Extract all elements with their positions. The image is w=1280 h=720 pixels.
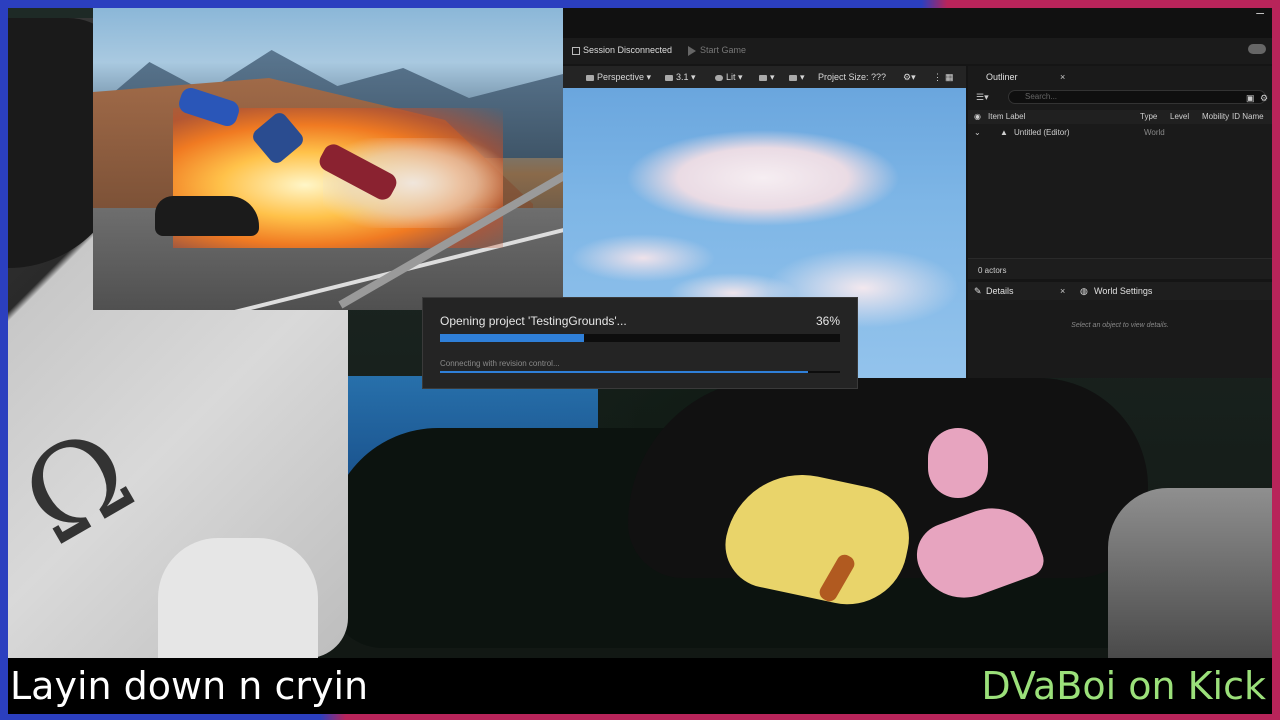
dialog-percent: 36% (815, 314, 840, 328)
row-label: Untitled (Editor) (1014, 128, 1070, 137)
expand-arrow-icon[interactable]: ⌄ (974, 128, 981, 137)
caption-right: DVaBoi on Kick (981, 664, 1266, 708)
main-progress-fill (440, 334, 584, 342)
world-settings-tab[interactable]: World Settings (1094, 286, 1152, 296)
outliner-settings-icon[interactable]: ⚙ (1260, 93, 1268, 104)
session-status-label: Session Disconnected (583, 45, 673, 55)
sub-progress-fill (440, 371, 808, 373)
outliner-footer (968, 258, 1272, 279)
search-placeholder: Search... (1025, 92, 1058, 101)
sub-progress-bar (440, 371, 840, 373)
snap-icon (789, 74, 797, 81)
add-folder-icon[interactable]: ▣ (1246, 93, 1255, 104)
car-black (155, 196, 259, 236)
details-hint: Select an object to view details. (1071, 322, 1169, 329)
view-mode-dropdown[interactable]: Lit ▾ (715, 72, 743, 83)
snap-dropdown[interactable]: ▾ (789, 72, 805, 83)
perspective-dropdown[interactable]: Perspective ▾ (586, 72, 651, 83)
view-mode-label: Lit (726, 72, 736, 82)
minimize-icon[interactable]: – (1256, 8, 1264, 20)
visibility-icon[interactable]: ◉ (974, 112, 981, 121)
globe-icon: ◍ (1080, 286, 1088, 296)
project-size-label: Project Size: ??? (818, 72, 887, 82)
outliner-tab[interactable]: Outliner (986, 72, 1018, 82)
stream-caption-bar: Layin down n cryin DVaBoi on Kick (8, 658, 1272, 714)
col-item-label[interactable]: Item Label (988, 112, 1025, 121)
session-icon (572, 46, 580, 55)
dialog-subtitle: Connecting with revision control... (440, 359, 560, 368)
dialog-title: Opening project 'TestingGrounds'... (440, 314, 627, 328)
main-progress-bar (440, 334, 840, 342)
pencil-icon: ✎ (974, 286, 982, 296)
more-options-icon[interactable]: ⋮ (933, 72, 942, 83)
col-type[interactable]: Type (1140, 112, 1157, 121)
eye-icon (759, 74, 767, 81)
col-level[interactable]: Level (1170, 112, 1189, 121)
webcam-sheet (1108, 488, 1272, 658)
car-crash-image (93, 8, 563, 310)
frame-border-bottom (0, 714, 1280, 720)
frame-border-right (1272, 0, 1280, 720)
frame-border-left (0, 0, 8, 720)
outliner-search-input[interactable]: Search... (1008, 90, 1266, 104)
perspective-label: Perspective (597, 72, 645, 82)
lit-icon (715, 74, 723, 81)
start-game-label: Start Game (700, 45, 747, 55)
webcam-pillow (158, 538, 318, 658)
caption-left: Layin down n cryin (10, 664, 369, 708)
webcam-hand-2 (928, 428, 988, 498)
row-type: World (1144, 128, 1165, 137)
filter-icon[interactable]: ☰▾ (976, 92, 989, 103)
col-mobility[interactable]: Mobility (1202, 112, 1232, 121)
users-icon[interactable] (1248, 44, 1266, 54)
actor-count: 0 actors (978, 266, 1007, 275)
session-status-button[interactable]: Session Disconnected (572, 45, 672, 55)
details-panel: ✎ Details × ◍ World Settings Select an o… (968, 282, 1272, 378)
outliner-panel: Outliner × ☰▾ Search... ▣ ⚙ ◉ Item Label… (968, 66, 1272, 279)
details-close-icon[interactable]: × (1060, 286, 1065, 296)
editor-titlebar: – (563, 8, 1272, 38)
camera-speed-label: 3.1 (676, 72, 689, 82)
world-icon: ▲ (1000, 128, 1008, 137)
camera-speed-dropdown[interactable]: 3.1 ▾ (665, 72, 696, 83)
layout-icon[interactable]: ▦ (945, 72, 954, 83)
settings-icon[interactable]: ⚙▾ (903, 72, 916, 83)
col-id-name[interactable]: ID Name (1232, 112, 1270, 121)
details-tab[interactable]: Details (986, 286, 1014, 296)
speed-icon (665, 74, 673, 81)
frame-border-top (0, 0, 1280, 8)
start-game-button[interactable]: Start Game (688, 45, 746, 56)
play-icon (688, 45, 696, 56)
camera-icon (586, 74, 594, 81)
progress-dialog: Opening project 'TestingGrounds'... 36% … (422, 297, 858, 389)
outliner-close-icon[interactable]: × (1060, 72, 1065, 82)
show-flags-dropdown[interactable]: ▾ (759, 72, 775, 83)
